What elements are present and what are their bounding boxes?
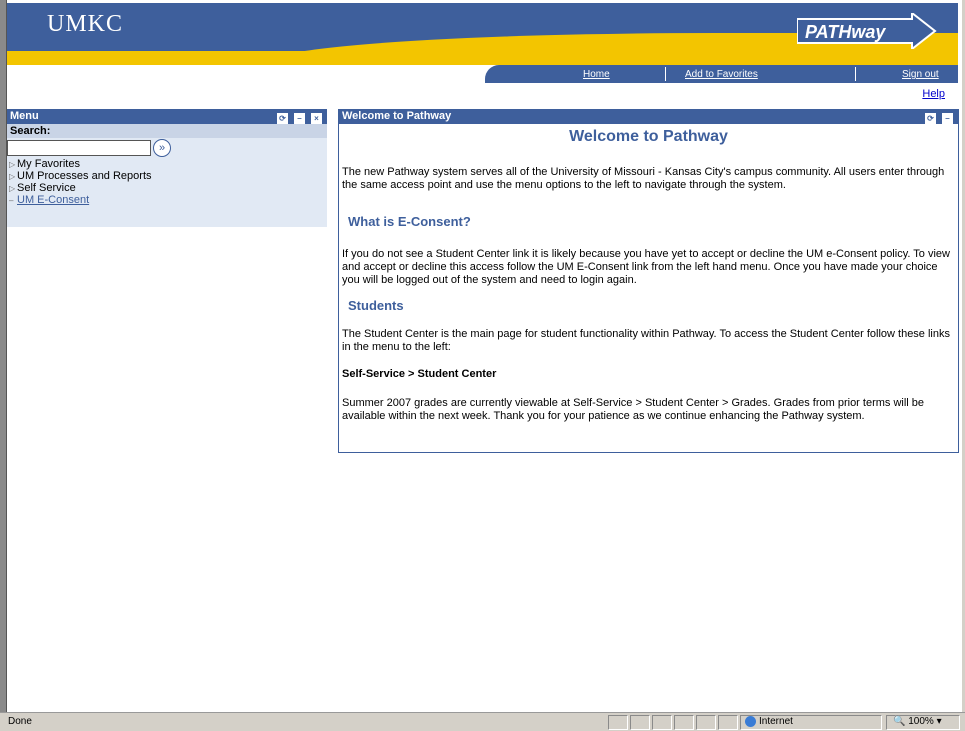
minimize-icon[interactable]: – [294,113,305,124]
pathway-logo-text: PATHway [805,22,886,42]
umkc-logo: UMKC [47,11,124,37]
intro-text: The new Pathway system serves all of the… [342,166,945,191]
header-banner: UMKC PATHway [7,3,958,65]
student-center-path: Self-Service > Student Center [342,368,497,380]
window-left-edge [0,0,7,712]
search-row: » [7,138,327,158]
search-label: Search: [7,124,327,138]
welcome-pagelet: Welcome to Pathway ⟳ – Welcome to Pathway… [338,109,959,453]
students-heading: Students [348,298,404,313]
zone-label: Internet [759,716,793,728]
top-nav: Home Add to Favorites Sign out [485,65,958,83]
welcome-header: Welcome to Pathway ⟳ – [339,109,958,124]
minimize-icon[interactable]: – [942,113,953,124]
leaf-icon: – [9,196,14,205]
search-go-button[interactable]: » [153,139,171,157]
banner-gold-stripe [7,51,958,65]
menu-item-label: Self Service [17,182,76,194]
students-text: The Student Center is the main page for … [342,328,950,353]
refresh-icon[interactable]: ⟳ [277,113,288,124]
zoom-level: 100% [908,716,934,727]
add-to-favorites-link[interactable]: Add to Favorites [685,69,758,80]
status-segment [630,715,650,730]
globe-icon [745,716,756,727]
menu-header: Menu ⟳ – × [7,109,327,124]
status-text: Done [8,716,32,727]
menu-item-um-processes[interactable]: ▷ UM Processes and Reports [7,170,327,182]
menu-item-label: UM E-Consent [17,194,90,206]
sign-out-link[interactable]: Sign out [902,69,939,80]
pathway-logo: PATHway [797,13,937,49]
menu-title: Menu [10,110,39,122]
econsent-text: If you do not see a Student Center link … [342,248,950,286]
status-bar: Done Internet 🔍 100% ▾ [0,712,965,731]
menu-pagelet: Menu ⟳ – × Search: » ▷ My Favorites ▷ UM Pro… [7,109,327,227]
menu-item-self-service[interactable]: ▷ Self Service [7,182,327,194]
menu-item-my-favorites[interactable]: ▷ My Favorites [7,158,327,170]
welcome-header-title: Welcome to Pathway [342,110,452,122]
status-segment [608,715,628,730]
zoom-control[interactable]: 🔍 100% ▾ [893,716,942,727]
nav-divider [665,67,666,81]
security-zone: Internet [745,716,793,727]
status-segment [718,715,738,730]
refresh-icon[interactable]: ⟳ [925,113,936,124]
zoom-icon: 🔍 [893,716,906,727]
close-icon[interactable]: × [311,113,322,124]
status-segment [696,715,716,730]
status-segment [652,715,672,730]
home-link[interactable]: Home [583,69,610,80]
econsent-heading: What is E-Consent? [348,214,471,229]
nav-divider [855,67,856,81]
grades-text: Summer 2007 grades are currently viewabl… [342,397,925,422]
page-title: Welcome to Pathway [569,128,728,145]
help-link[interactable]: Help [922,88,945,100]
menu-item-label: My Favorites [17,158,80,170]
menu-search-input[interactable] [7,140,151,156]
menu-item-label: UM Processes and Reports [17,170,152,182]
menu-item-um-e-consent[interactable]: – UM E-Consent [7,194,327,206]
status-segment [674,715,694,730]
